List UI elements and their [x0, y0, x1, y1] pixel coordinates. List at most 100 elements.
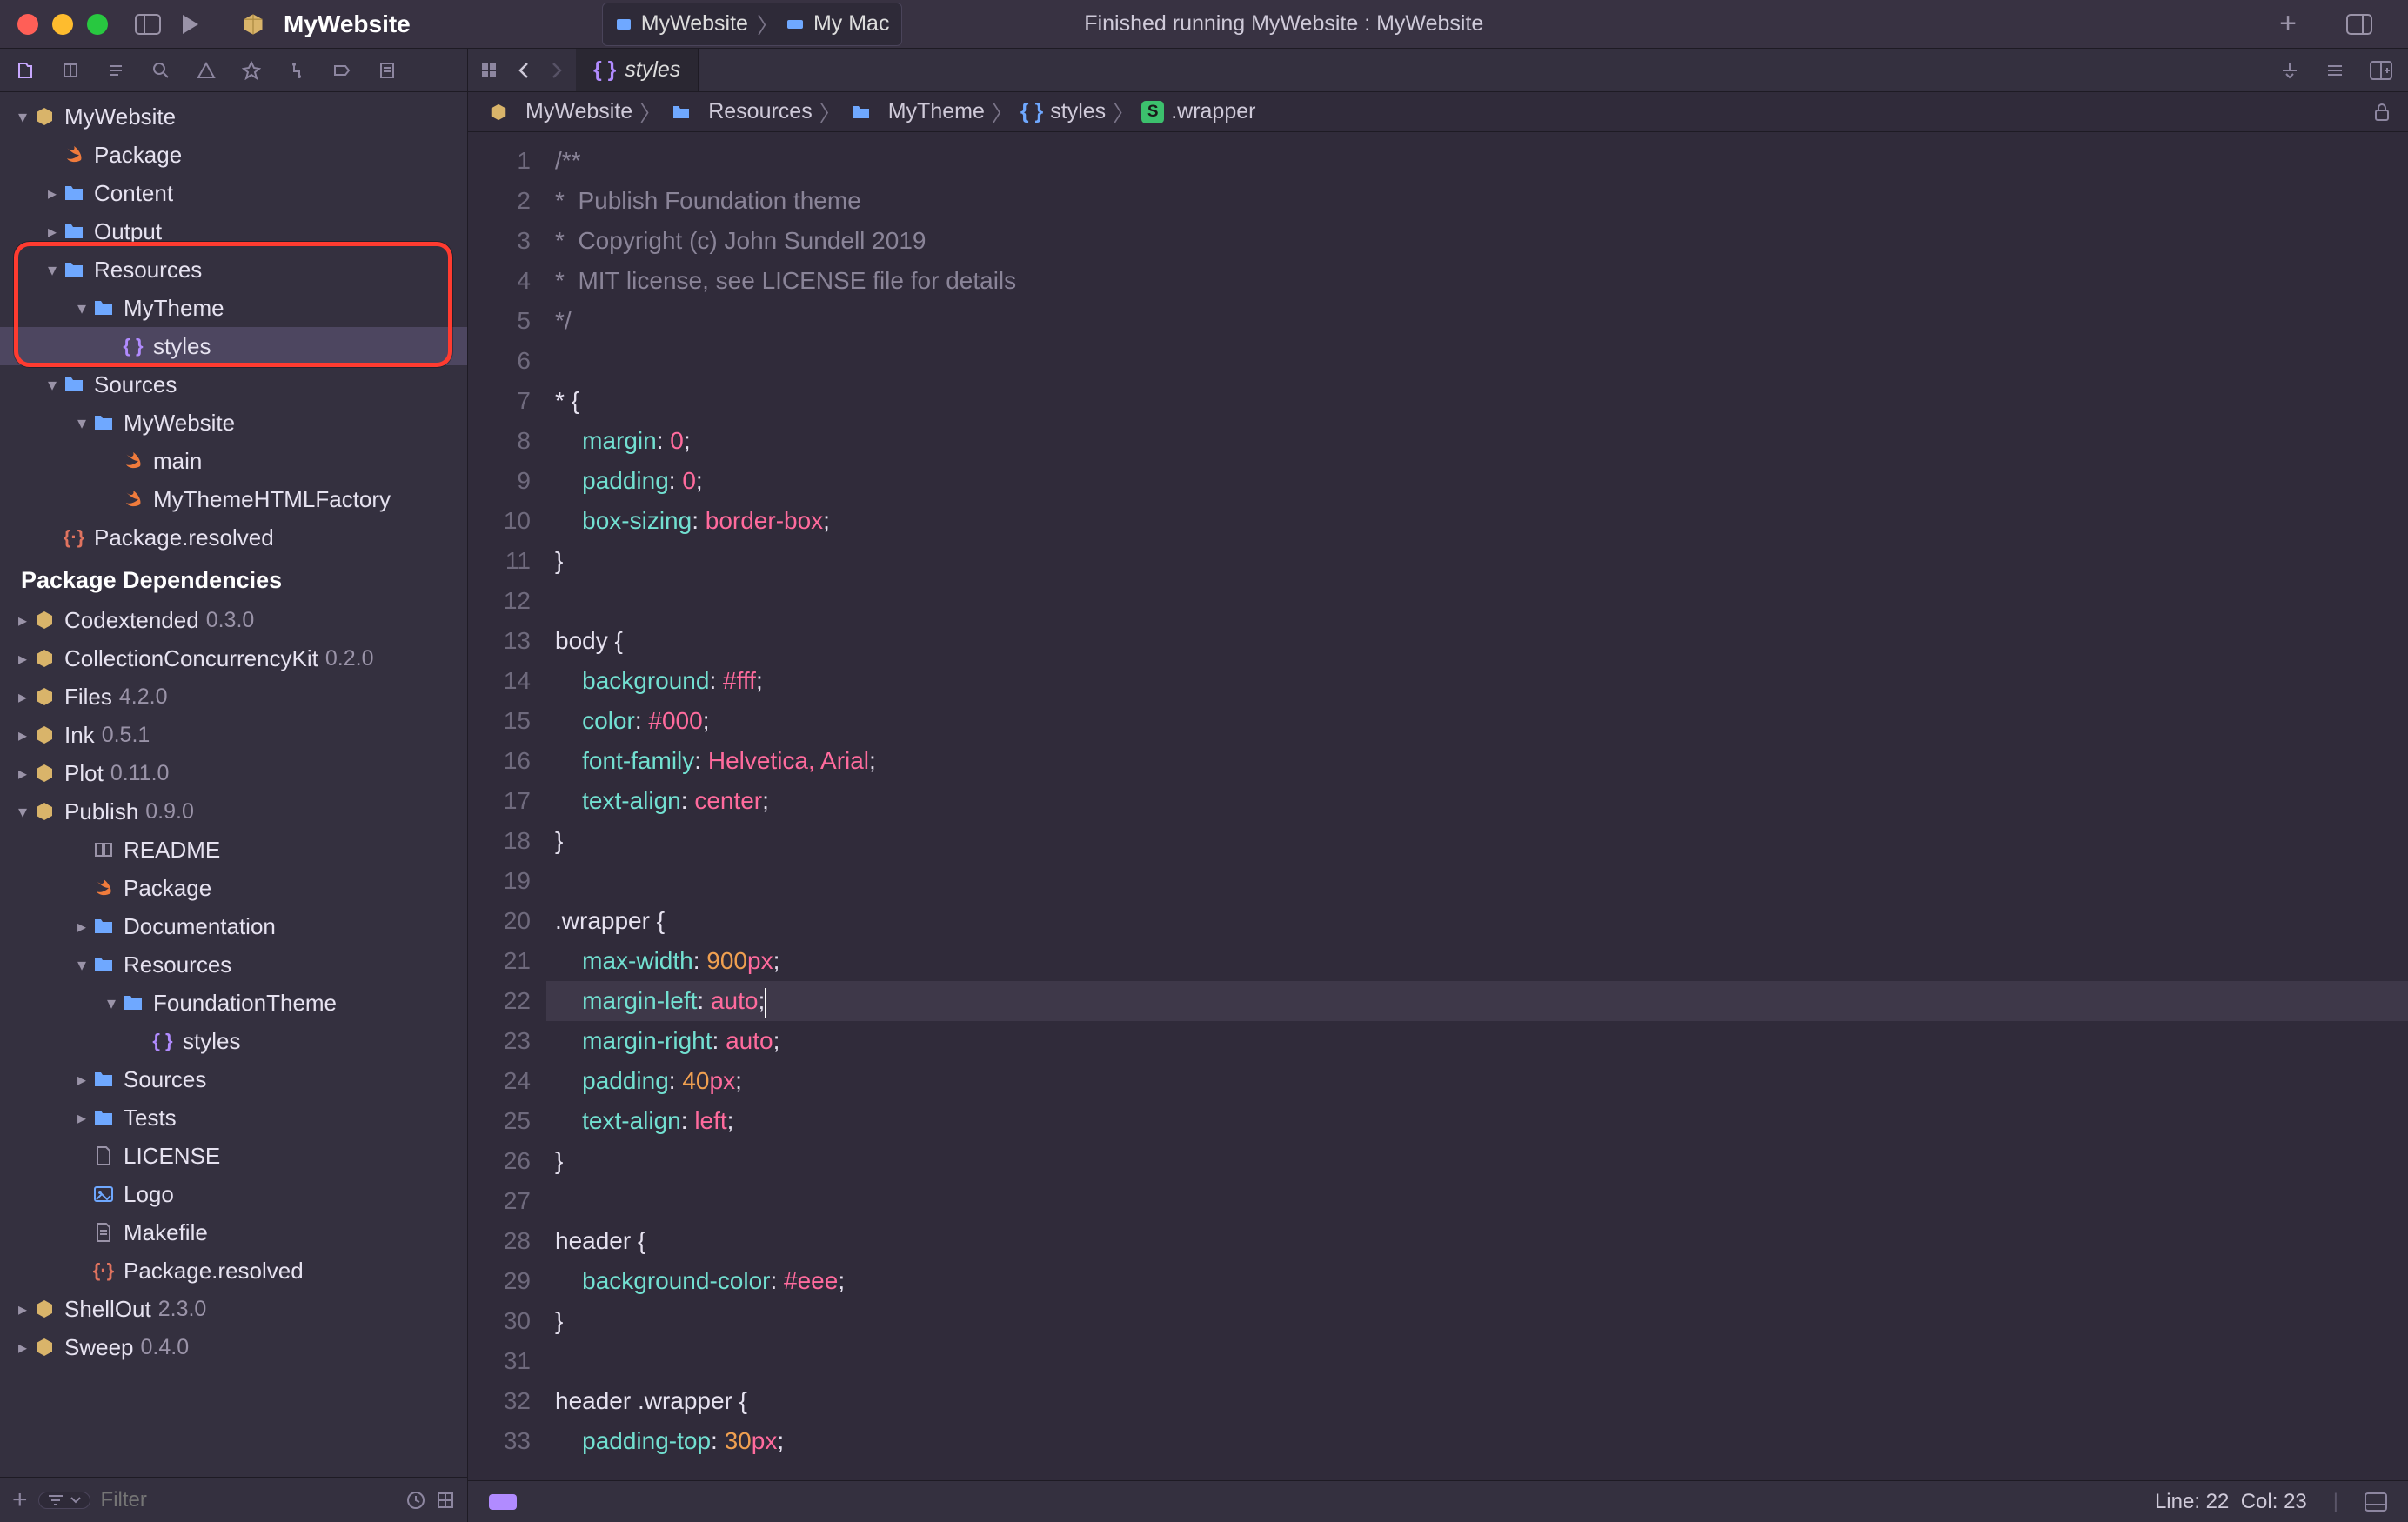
code-line[interactable]: padding: 40px;: [546, 1061, 2408, 1101]
tree-item[interactable]: ▾MyWebsite: [0, 404, 467, 442]
report-navigator-icon[interactable]: [378, 61, 397, 80]
run-button[interactable]: [179, 13, 202, 36]
chevron-down-icon[interactable]: ▾: [73, 412, 90, 434]
go-forward-icon[interactable]: [550, 62, 564, 79]
code-line[interactable]: /**: [546, 141, 2408, 181]
tree-item[interactable]: Logo: [0, 1175, 467, 1213]
code-line[interactable]: * {: [546, 381, 2408, 421]
chevron-right-icon[interactable]: ▸: [14, 1337, 31, 1358]
tree-item[interactable]: { }styles: [0, 1022, 467, 1060]
code-line[interactable]: }: [546, 1141, 2408, 1181]
recent-files-icon[interactable]: [406, 1491, 425, 1510]
tree-item[interactable]: ▾Resources: [0, 945, 467, 984]
tree-item[interactable]: ▸Plot0.11.0: [0, 754, 467, 792]
code-line[interactable]: [546, 341, 2408, 381]
code-line[interactable]: [546, 861, 2408, 901]
add-tab-icon[interactable]: +: [2274, 10, 2302, 38]
code-line[interactable]: header .wrapper {: [546, 1381, 2408, 1421]
test-navigator-icon[interactable]: [242, 61, 261, 80]
breakpoint-navigator-icon[interactable]: [332, 61, 351, 80]
chevron-down-icon[interactable]: ▾: [73, 297, 90, 319]
tree-item[interactable]: ▸Codextended0.3.0: [0, 601, 467, 639]
code-line[interactable]: padding-top: 30px;: [546, 1421, 2408, 1461]
toggle-debug-area-icon[interactable]: [2365, 1492, 2387, 1512]
code-line[interactable]: text-align: center;: [546, 781, 2408, 821]
code-line[interactable]: box-sizing: border-box;: [546, 501, 2408, 541]
chevron-down-icon[interactable]: ▾: [14, 801, 31, 823]
tree-item[interactable]: README: [0, 831, 467, 869]
code-line[interactable]: * Copyright (c) John Sundell 2019: [546, 221, 2408, 261]
chevron-right-icon[interactable]: ▸: [43, 221, 61, 243]
tree-item[interactable]: main: [0, 442, 467, 480]
find-navigator-icon[interactable]: [151, 61, 171, 80]
tree-item[interactable]: ▾MyTheme: [0, 289, 467, 327]
code-line[interactable]: * Publish Foundation theme: [546, 181, 2408, 221]
code-line[interactable]: margin-left: auto;: [546, 981, 2408, 1021]
code-editor[interactable]: 1234567891011121314151617181920212223242…: [468, 132, 2408, 1480]
tree-item[interactable]: ▸Content: [0, 174, 467, 212]
add-file-icon[interactable]: +: [12, 1485, 28, 1515]
tree-item[interactable]: ▸Sources: [0, 1060, 467, 1098]
chevron-down-icon[interactable]: ▾: [103, 992, 120, 1014]
tree-item[interactable]: ▸Tests: [0, 1098, 467, 1137]
tree-item[interactable]: ▸Documentation: [0, 907, 467, 945]
tree-item[interactable]: {·}Package.resolved: [0, 518, 467, 557]
debug-indicator-icon[interactable]: [489, 1494, 517, 1510]
code-line[interactable]: header {: [546, 1221, 2408, 1261]
tree-item[interactable]: { }styles: [0, 327, 467, 365]
scm-filter-icon[interactable]: [436, 1491, 455, 1510]
tree-item[interactable]: LICENSE: [0, 1137, 467, 1175]
scheme-chip[interactable]: MyWebsite 〉 My Mac: [602, 3, 903, 46]
code-line[interactable]: [546, 1181, 2408, 1221]
adjust-editor-icon[interactable]: [2324, 60, 2345, 81]
filter-input[interactable]: [101, 1488, 396, 1512]
tree-item[interactable]: ▸ShellOut2.3.0: [0, 1290, 467, 1328]
symbol-navigator-icon[interactable]: [106, 61, 125, 80]
code-line[interactable]: max-width: 900px;: [546, 941, 2408, 981]
chevron-right-icon[interactable]: ▸: [43, 183, 61, 204]
sidebar-toggle-icon[interactable]: [134, 10, 162, 38]
chevron-right-icon[interactable]: ▸: [14, 648, 31, 670]
code-line[interactable]: }: [546, 821, 2408, 861]
editor-options-icon[interactable]: [2279, 60, 2300, 81]
code-line[interactable]: }: [546, 1301, 2408, 1341]
tree-item[interactable]: ▸Output: [0, 212, 467, 250]
project-navigator-icon[interactable]: [16, 61, 35, 80]
tree-item[interactable]: ▸CollectionConcurrencyKit0.2.0: [0, 639, 467, 678]
chevron-right-icon[interactable]: ▸: [14, 610, 31, 631]
code-line[interactable]: .wrapper {: [546, 901, 2408, 941]
chevron-down-icon[interactable]: ▾: [14, 106, 31, 128]
source-control-navigator-icon[interactable]: [61, 61, 80, 80]
chevron-down-icon[interactable]: ▾: [43, 259, 61, 281]
code-line[interactable]: color: #000;: [546, 701, 2408, 741]
chevron-right-icon[interactable]: ▸: [73, 916, 90, 938]
code-line[interactable]: margin: 0;: [546, 421, 2408, 461]
library-icon[interactable]: [2345, 10, 2373, 38]
tree-item[interactable]: MyThemeHTMLFactory: [0, 480, 467, 518]
issue-navigator-icon[interactable]: [197, 61, 216, 80]
chevron-right-icon[interactable]: ▸: [14, 724, 31, 746]
chevron-down-icon[interactable]: ▾: [73, 954, 90, 976]
chevron-right-icon[interactable]: ▸: [73, 1107, 90, 1129]
tree-item[interactable]: Makefile: [0, 1213, 467, 1252]
tree-item[interactable]: {·}Package.resolved: [0, 1252, 467, 1290]
tree-item[interactable]: ▾Sources: [0, 365, 467, 404]
tree-item[interactable]: Package: [0, 869, 467, 907]
code-line[interactable]: text-align: left;: [546, 1101, 2408, 1141]
code-line[interactable]: */: [546, 301, 2408, 341]
chevron-right-icon[interactable]: ▸: [14, 686, 31, 708]
minimize-window-button[interactable]: [52, 14, 73, 35]
tree-item[interactable]: ▸Sweep0.4.0: [0, 1328, 467, 1366]
code-line[interactable]: }: [546, 541, 2408, 581]
tree-item[interactable]: Package: [0, 136, 467, 174]
chevron-right-icon[interactable]: ▸: [14, 763, 31, 784]
add-editor-icon[interactable]: [2370, 61, 2392, 80]
code-line[interactable]: padding: 0;: [546, 461, 2408, 501]
code-line[interactable]: background-color: #eee;: [546, 1261, 2408, 1301]
code-line[interactable]: * MIT license, see LICENSE file for deta…: [546, 261, 2408, 301]
debug-navigator-icon[interactable]: [287, 61, 306, 80]
tree-item[interactable]: ▸Files4.2.0: [0, 678, 467, 716]
chevron-right-icon[interactable]: ▸: [73, 1069, 90, 1091]
tree-item[interactable]: ▾Publish0.9.0: [0, 792, 467, 831]
tree-item[interactable]: ▸Ink0.5.1: [0, 716, 467, 754]
